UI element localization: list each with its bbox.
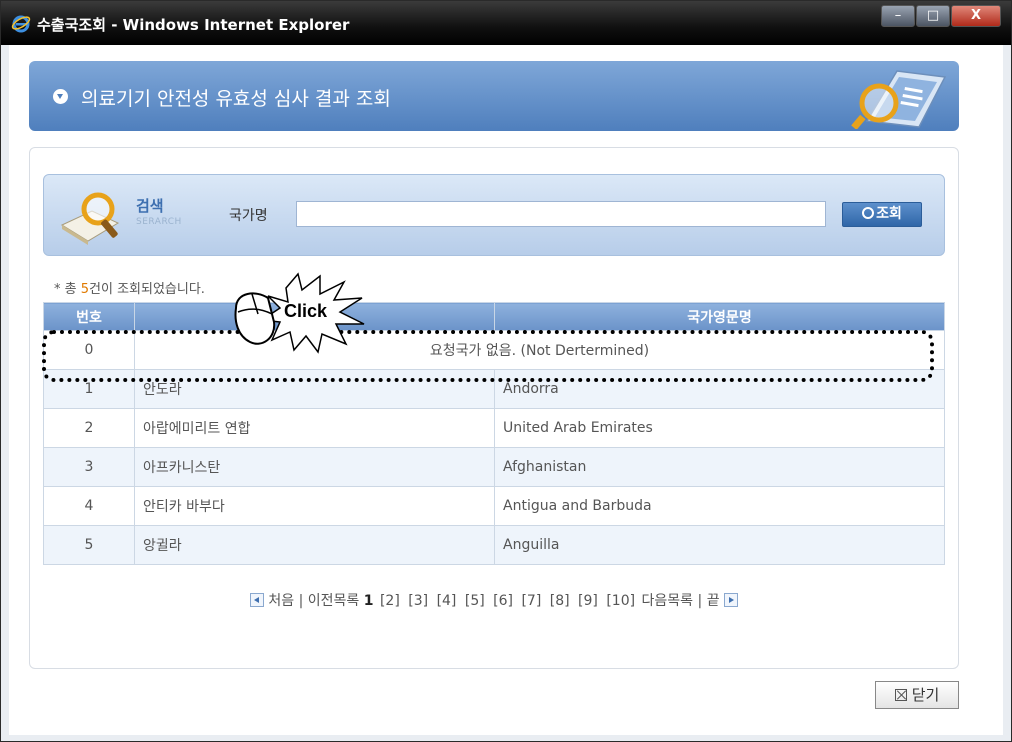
next-arrow-icon[interactable]: [724, 593, 739, 607]
row-number: 1: [43, 369, 135, 409]
search-button[interactable]: 조회: [842, 202, 922, 227]
table-row[interactable]: 1 안도라 Andorra: [43, 369, 945, 409]
table-row[interactable]: 5 앙귈라 Anguilla: [43, 525, 945, 565]
row-number: 2: [43, 408, 135, 448]
table-row[interactable]: 0 요청국가 없음. (Not Dertermined): [43, 330, 945, 370]
page-title: 의료기기 안전성 유효성 심사 결과 조회: [81, 88, 391, 110]
row-korean-name[interactable]: 아프카니스탄: [134, 447, 495, 487]
row-english-name[interactable]: United Arab Emirates: [494, 408, 945, 448]
row-number: 0: [43, 330, 135, 370]
row-english-name[interactable]: Antigua and Barbuda: [494, 486, 945, 526]
country-table: 번호 국가영문명 0 요청국가 없음. (Not Dertermined) 1 …: [43, 302, 945, 565]
pager-next-list[interactable]: 다음목록: [642, 593, 694, 609]
country-name-label: 국가명: [229, 208, 268, 224]
pager-page[interactable]: [4]: [437, 593, 457, 609]
row-number: 4: [43, 486, 135, 526]
pager-first[interactable]: 처음: [268, 593, 294, 609]
header-english-name: 국가영문명: [494, 302, 945, 331]
row-english-name[interactable]: Andorra: [494, 369, 945, 409]
search-button-label: 조회: [876, 206, 902, 222]
page-header-banner: 의료기기 안전성 유효성 심사 결과 조회: [29, 61, 959, 131]
result-count: * 총 5건이 조회되었습니다.: [54, 278, 205, 297]
table-header-row: 번호 국가영문명: [43, 302, 945, 331]
close-button[interactable]: 닫기: [875, 681, 959, 709]
pager-last[interactable]: 끝: [707, 593, 720, 609]
country-name-input[interactable]: [296, 201, 826, 227]
pager-separator: |: [298, 593, 304, 609]
magnifier-book-icon: [60, 192, 120, 245]
pager-current-page: 1: [363, 593, 374, 609]
row-korean-name[interactable]: 안티카 바부다: [134, 486, 495, 526]
pager-page[interactable]: [6]: [493, 593, 513, 609]
pagination: 처음 | 이전목록 1 [2] [3] [4] [5] [6] [7] [8] …: [30, 590, 958, 610]
minimize-button[interactable]: –: [881, 5, 915, 27]
prev-arrow-icon[interactable]: [249, 593, 264, 607]
laptop-magnifier-icon: [851, 70, 947, 129]
search-section-label: 검색: [136, 197, 164, 215]
page-content: 의료기기 안전성 유효성 심사 결과 조회 검색 SERARCH 국가명 조회 …: [9, 45, 1003, 735]
row-korean-name[interactable]: 아랍에미리트 연합: [134, 408, 495, 448]
row-korean-name[interactable]: 안도라: [134, 369, 495, 409]
title-bar: 수출국조회 - Windows Internet Explorer – □ X: [1, 1, 1011, 45]
click-label: Click: [284, 301, 328, 321]
result-count-suffix: 건이 조회되었습니다.: [89, 282, 205, 297]
close-window-button[interactable]: X: [951, 5, 1001, 27]
close-box-icon: [894, 689, 907, 701]
pager-page[interactable]: [2]: [380, 593, 400, 609]
row-korean-name[interactable]: 앙귈라: [134, 525, 495, 565]
content-panel: 검색 SERARCH 국가명 조회 * 총 5건이 조회되었습니다. 번호 국가…: [29, 147, 959, 669]
maximize-button[interactable]: □: [916, 5, 950, 27]
search-section-sublabel: SERARCH: [136, 217, 182, 227]
pager-prev-list[interactable]: 이전목록: [308, 593, 360, 609]
pager-page[interactable]: [10]: [606, 593, 635, 609]
row-english-name[interactable]: Afghanistan: [494, 447, 945, 487]
pager-page[interactable]: [3]: [408, 593, 428, 609]
row-english-name[interactable]: Anguilla: [494, 525, 945, 565]
browser-window: 수출국조회 - Windows Internet Explorer – □ X …: [0, 0, 1012, 742]
search-icon: [862, 207, 875, 219]
row-number: 3: [43, 447, 135, 487]
pager-page[interactable]: [8]: [550, 593, 570, 609]
result-count-number: 5: [80, 282, 90, 297]
pager-page[interactable]: [7]: [521, 593, 541, 609]
window-controls: – □ X: [880, 5, 1001, 29]
window-title: 수출국조회 - Windows Internet Explorer: [37, 16, 350, 34]
search-bar: 검색 SERARCH 국가명 조회: [43, 174, 945, 256]
row-number: 5: [43, 525, 135, 565]
table-row[interactable]: 3 아프카니스탄 Afghanistan: [43, 447, 945, 487]
table-row[interactable]: 4 안티카 바부다 Antigua and Barbuda: [43, 486, 945, 526]
internet-explorer-icon: [11, 15, 31, 33]
bullet-icon: [53, 89, 68, 104]
close-button-label: 닫기: [911, 686, 940, 704]
row-not-determined[interactable]: 요청국가 없음. (Not Dertermined): [134, 330, 945, 370]
table-row[interactable]: 2 아랍에미리트 연합 United Arab Emirates: [43, 408, 945, 448]
header-number: 번호: [43, 302, 135, 331]
pager-page[interactable]: [5]: [465, 593, 485, 609]
result-count-prefix: * 총: [54, 282, 81, 297]
pager-page[interactable]: [9]: [578, 593, 598, 609]
pager-separator: |: [697, 593, 703, 609]
